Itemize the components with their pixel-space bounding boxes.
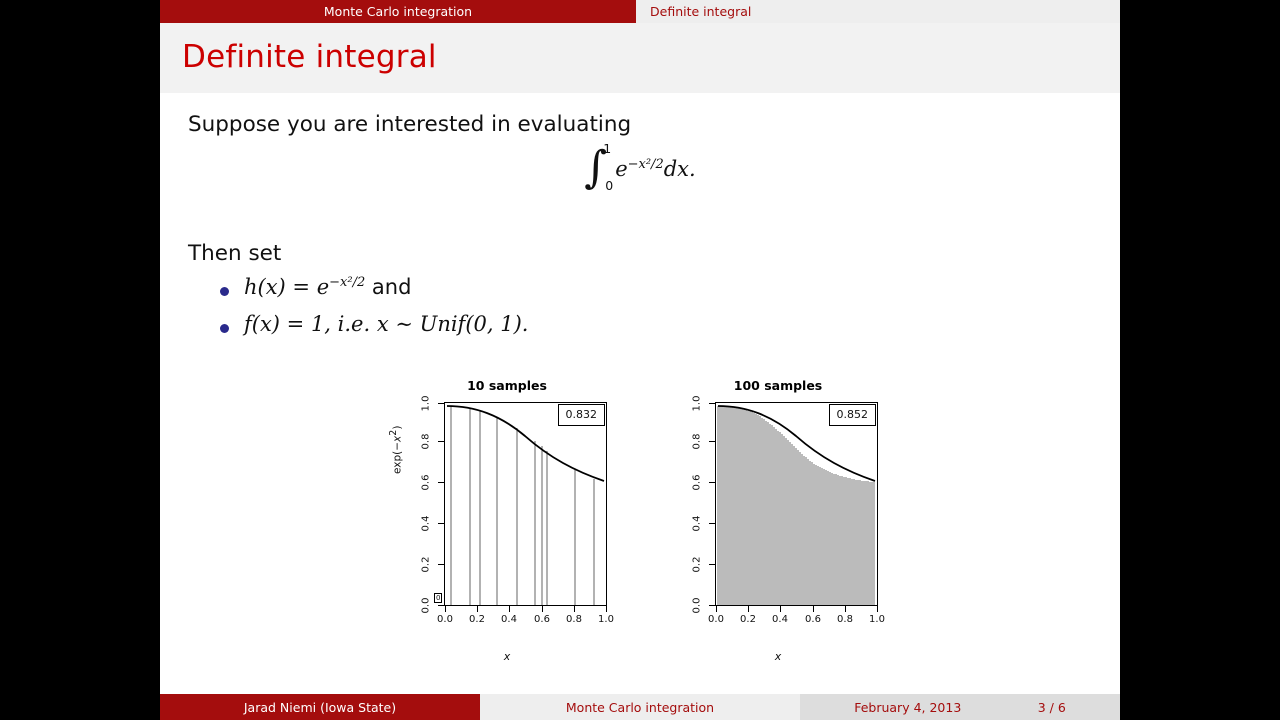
integral-upper-limit: 1	[603, 141, 612, 156]
footer-author: Jarad Niemi (Iowa State)	[160, 694, 480, 720]
x-tick-label: 0.0	[708, 614, 724, 625]
y-tick-label: 0.4	[420, 515, 432, 532]
intro-text: Suppose you are interested in evaluating	[188, 112, 632, 137]
differential: dx.	[663, 156, 696, 181]
x-tick-label: 0.8	[837, 614, 853, 625]
figure-100-samples: 100 samples 0.0 0.2 0.4 0.6 0.8 1.0 0.85…	[653, 378, 903, 678]
bullet-dot-icon	[220, 287, 229, 296]
bullet-list: h(x) = e−x²/2 and f(x) = 1, i.e. x ∼ Uni…	[216, 275, 528, 349]
x-tick-label: 0.2	[469, 614, 485, 625]
y-tick-label: 0.6	[691, 474, 703, 491]
footer-title: Monte Carlo integration	[480, 694, 800, 720]
y-tick-label: 0.8	[691, 433, 703, 450]
x-tick-mark	[606, 606, 607, 612]
footer-page-number: 3 / 6	[1037, 699, 1066, 715]
x-tick-label: 0.0	[437, 614, 453, 625]
list-item: h(x) = e−x²/2 and	[216, 275, 528, 312]
x-tick-label: 1.0	[869, 614, 885, 625]
then-set-text: Then set	[188, 241, 282, 266]
bullet-dot-icon	[220, 324, 229, 333]
plot-area: 0.832	[444, 402, 607, 606]
x-axis-label: x	[503, 650, 511, 663]
footer-meta: February 4, 2013 3 / 6	[800, 694, 1120, 720]
integrand-exponent: −x²/2	[627, 156, 664, 172]
figure-panel: 10 samples exp(−x2) 0.0 0.2 0.4 0.6 0.8 …	[160, 378, 1120, 678]
x-tick-mark	[542, 606, 543, 612]
x-tick-mark	[445, 606, 446, 612]
header-section-label[interactable]: Monte Carlo integration	[160, 0, 636, 23]
integral-formula: ∫ 1 0 e−x²/2dx.	[160, 141, 1120, 192]
estimate-value-box: 0.852	[828, 404, 876, 426]
x-tick-label: 0.4	[501, 614, 517, 625]
bullet-1-suffix: and	[365, 275, 412, 299]
page-title: Definite integral	[182, 39, 437, 75]
y-tick-label: 0.8	[420, 433, 432, 450]
y-tick-label: 0.0	[691, 597, 703, 614]
slide-header: Monte Carlo integration Definite integra…	[160, 0, 1120, 23]
x-tick-label: 1.0	[598, 614, 614, 625]
x-tick-mark	[509, 606, 510, 612]
x-tick-mark	[877, 606, 878, 612]
integral-limits: 10	[603, 141, 613, 192]
x-tick-mark	[716, 606, 717, 612]
x-tick-label: 0.8	[566, 614, 582, 625]
figure-10-samples: 10 samples exp(−x2) 0.0 0.2 0.4 0.6 0.8 …	[382, 378, 632, 678]
footer-date: February 4, 2013	[854, 699, 962, 715]
x-tick-mark	[574, 606, 575, 612]
x-tick-label: 0.6	[805, 614, 821, 625]
y-tick-label: 0.6	[420, 474, 432, 491]
list-item: f(x) = 1, i.e. x ∼ Unif(0, 1).	[216, 312, 528, 349]
y-tick-label: 1.0	[691, 395, 703, 412]
estimate-value-box: 0.832	[557, 404, 605, 426]
x-tick-mark	[813, 606, 814, 612]
x-axis-label: x	[774, 650, 782, 663]
plot-svg	[717, 405, 876, 605]
y-tick-label: 1.0	[420, 395, 432, 412]
sample-lines	[450, 407, 595, 605]
figure-title: 10 samples	[467, 378, 547, 393]
x-tick-mark	[748, 606, 749, 612]
figure-title: 100 samples	[733, 378, 823, 393]
origin-marker: 0	[434, 593, 443, 603]
slide: Monte Carlo integration Definite integra…	[160, 0, 1120, 720]
header-subsection-label[interactable]: Definite integral	[636, 0, 1120, 23]
plot-svg	[446, 405, 605, 605]
slide-content: Suppose you are interested in evaluating…	[160, 93, 1120, 690]
integral-lower-limit: 0	[605, 177, 614, 193]
plot-area: 0.852	[715, 402, 878, 606]
integrand-base: e	[615, 156, 628, 181]
y-axis-label: exp(−x2)	[388, 425, 404, 474]
x-tick-mark	[477, 606, 478, 612]
y-tick-label: 0.4	[691, 515, 703, 532]
x-tick-mark	[845, 606, 846, 612]
title-bar: Definite integral	[160, 23, 1120, 93]
y-tick-label: 0.2	[691, 556, 703, 573]
x-tick-label: 0.2	[740, 614, 756, 625]
x-tick-mark	[780, 606, 781, 612]
y-tick-label: 0.2	[420, 556, 432, 573]
slide-footer: Jarad Niemi (Iowa State) Monte Carlo int…	[160, 694, 1120, 720]
bullet-2-text: f(x) = 1, i.e. x ∼ Unif(0, 1).	[244, 312, 529, 336]
x-tick-label: 0.6	[534, 614, 550, 625]
bullet-1-text: h(x) = e	[244, 275, 330, 299]
x-tick-label: 0.4	[772, 614, 788, 625]
bullet-1-exponent: −x²/2	[329, 275, 366, 290]
